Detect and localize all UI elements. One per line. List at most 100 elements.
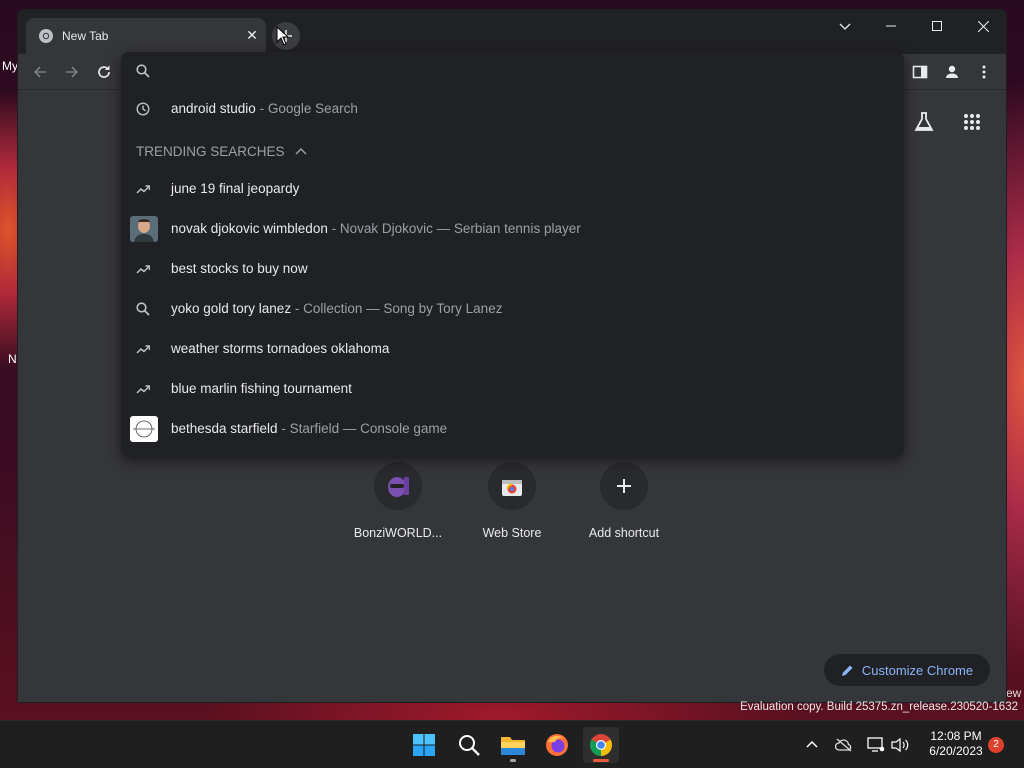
desktop-icon-label[interactable]: N (8, 352, 17, 366)
close-icon[interactable]: ✕ (244, 27, 260, 43)
google-apps-button[interactable] (958, 108, 986, 136)
suggestion-text: june 19 final jeopardy (171, 181, 300, 196)
plus-icon (600, 462, 648, 510)
suggestion-item[interactable]: novak djokovic wimbledon - Novak Djokovi… (121, 209, 904, 249)
network-button[interactable] (866, 735, 886, 755)
omnibox-input[interactable] (167, 58, 887, 84)
trending-icon (135, 381, 151, 397)
suggestion-text: weather storms tornadoes oklahoma (171, 341, 390, 356)
suggestion-item[interactable]: yoko gold tory lanez - Collection — Song… (121, 289, 904, 329)
omnibox-row (121, 52, 904, 90)
reload-button[interactable] (92, 60, 116, 84)
tab-search-button[interactable] (822, 10, 868, 42)
suggestion-item[interactable]: june 19 final jeopardy (121, 169, 904, 209)
profile-icon (946, 65, 958, 78)
taskbar-clock[interactable]: 12:08 PM 6/20/2023 (916, 729, 996, 759)
search-icon (135, 301, 151, 317)
suggestion-item[interactable]: blue marlin fishing tournament (121, 369, 904, 409)
minimize-button[interactable] (868, 10, 914, 42)
arrow-left-icon (33, 66, 46, 78)
reload-icon (98, 65, 110, 78)
trending-searches-header[interactable]: TRENDING SEARCHES (136, 144, 307, 159)
chrome-menu-button[interactable] (972, 60, 996, 84)
trending-icon (135, 181, 151, 197)
suggestion-description: - Starfield — Console game (281, 421, 448, 436)
tab-strip: New Tab ✕ (18, 10, 1006, 54)
tab-title: New Tab (62, 29, 109, 43)
firefox-icon (546, 734, 568, 756)
maximize-icon (932, 21, 942, 31)
djokovic-thumbnail (130, 216, 158, 242)
evaluation-watermark: Evaluation copy. Build 25375.zn_release.… (740, 701, 1018, 713)
shortcut-bonziworld[interactable]: BonziWORLD... (343, 462, 453, 562)
labs-button[interactable] (910, 108, 938, 136)
omnibox-dropdown: android studio - Google Search TRENDING … (121, 52, 904, 457)
pencil-icon (841, 665, 853, 676)
taskbar: 12:08 PM 6/20/2023 2 (0, 720, 1024, 768)
suggestion-text: bethesda starfield (171, 421, 278, 436)
trending-header-label: TRENDING SEARCHES (136, 144, 285, 159)
suggestion-text: novak djokovic wimbledon (171, 221, 328, 236)
desktop-text-fragment: ew (1006, 686, 1022, 700)
suggestion-item[interactable]: bethesda starfield - Starfield — Console… (121, 409, 904, 449)
shortcut-label: Add shortcut (588, 526, 660, 540)
suggestion-description: - Google Search (259, 101, 358, 116)
bonzi-icon (374, 462, 422, 510)
mouse-cursor-icon (276, 26, 290, 46)
desktop-icon-label[interactable]: My (2, 59, 18, 73)
profile-button[interactable] (940, 60, 964, 84)
volume-button[interactable] (890, 735, 910, 755)
shortcut-label: BonziWORLD... (353, 526, 443, 540)
suggestion-text: blue marlin fishing tournament (171, 381, 352, 396)
close-window-button[interactable] (960, 10, 1006, 42)
running-indicator (510, 759, 516, 762)
suggestion-text: best stocks to buy now (171, 261, 308, 276)
webstore-icon (488, 462, 536, 510)
arrow-right-icon (66, 66, 79, 78)
side-panel-icon (912, 65, 928, 79)
search-icon (459, 735, 480, 756)
maximize-button[interactable] (914, 10, 960, 42)
suggestion-text: android studio (171, 101, 256, 116)
chevron-up-icon (806, 740, 818, 748)
shortcut-label: Web Store (482, 526, 542, 540)
chrome-icon (590, 734, 612, 756)
close-icon (977, 20, 989, 32)
windows-start-icon (413, 734, 435, 756)
firefox-button[interactable] (539, 727, 575, 763)
flask-icon (914, 112, 934, 131)
side-panel-button[interactable] (908, 60, 932, 84)
suggestion-item[interactable]: best stocks to buy now (121, 249, 904, 289)
back-button[interactable] (28, 60, 52, 84)
trending-icon (135, 261, 151, 277)
forward-button[interactable] (60, 60, 84, 84)
suggestion-description: - Collection — Song by Tory Lanez (294, 301, 503, 316)
customize-chrome-label: Customize Chrome (861, 662, 974, 678)
onedrive-button[interactable] (834, 735, 854, 755)
file-explorer-button[interactable] (495, 727, 531, 763)
active-indicator (593, 759, 609, 762)
taskbar-search-button[interactable] (451, 727, 487, 763)
show-hidden-icons-button[interactable] (802, 735, 822, 755)
volume-icon (891, 737, 909, 753)
kebab-menu-icon (982, 65, 986, 79)
suggestion-description: - Novak Djokovic — Serbian tennis player (331, 221, 581, 236)
add-shortcut-button[interactable]: Add shortcut (569, 462, 679, 562)
trending-icon (135, 341, 151, 357)
notification-badge[interactable]: 2 (988, 737, 1004, 753)
suggestion-text: yoko gold tory lanez (171, 301, 292, 316)
start-button[interactable] (406, 727, 442, 763)
suggestion-item[interactable]: android studio - Google Search (121, 89, 904, 129)
suggestion-item[interactable]: weather storms tornadoes oklahoma (121, 329, 904, 369)
starfield-thumbnail (130, 416, 158, 442)
chrome-taskbar-button[interactable] (583, 727, 619, 763)
network-icon (867, 737, 885, 752)
minimize-icon (886, 25, 896, 27)
shortcut-web-store[interactable]: Web Store (457, 462, 567, 562)
chrome-icon (38, 28, 54, 44)
apps-grid-icon (964, 114, 980, 130)
tab-new-tab[interactable]: New Tab ✕ (26, 18, 266, 54)
clock-time: 12:08 PM (930, 729, 982, 743)
customize-chrome-button[interactable]: Customize Chrome (824, 654, 990, 686)
search-icon (135, 63, 151, 79)
